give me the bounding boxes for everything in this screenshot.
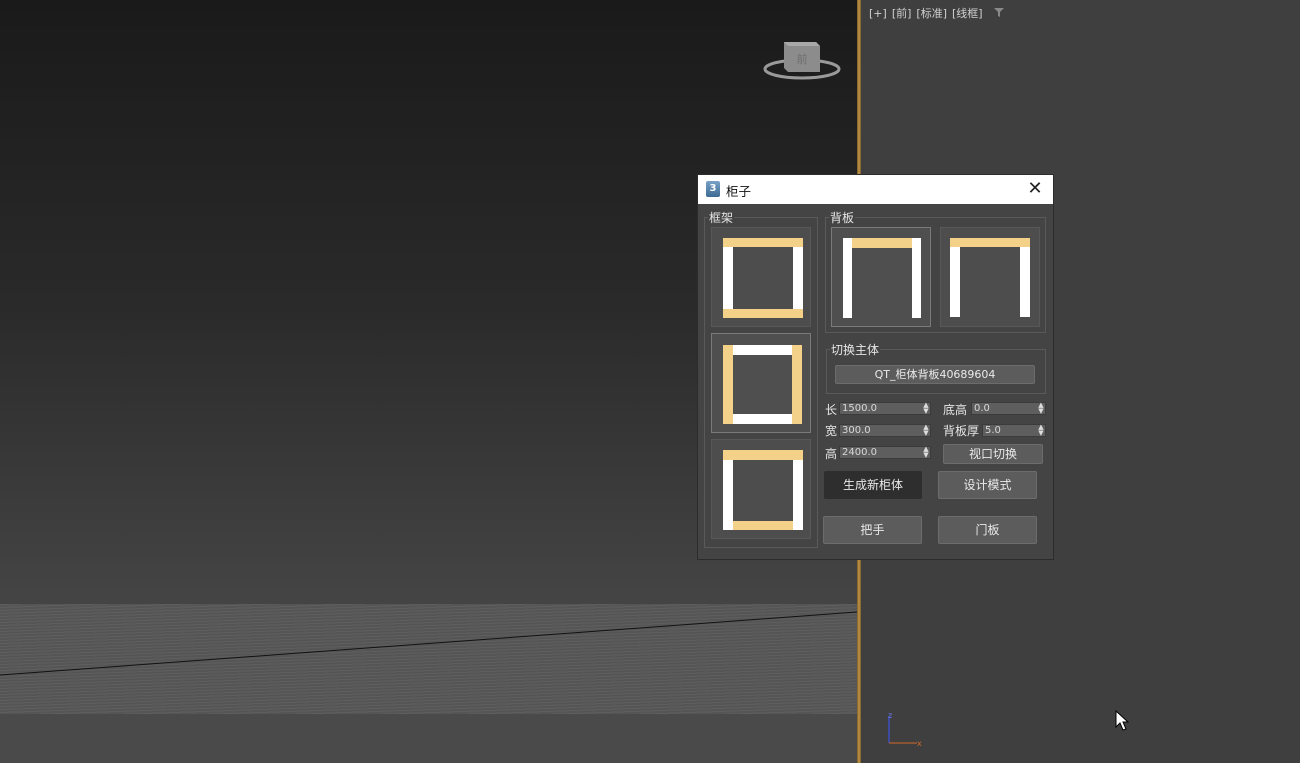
viewport-menu-view[interactable]: [前] — [892, 5, 912, 21]
viewport-label-bar: [+] [前] [标准] [线框] — [869, 5, 1004, 21]
spinner-arrows-icon[interactable]: ▲ ▼ — [1038, 424, 1044, 437]
back-thickness-spinner[interactable]: 5.0 ▲ ▼ — [982, 424, 1046, 437]
axis-x-label: x — [917, 739, 922, 748]
spinner-arrows-icon[interactable]: ▲ ▼ — [923, 446, 929, 459]
frame-option-mixed[interactable] — [711, 439, 811, 539]
width-spinner[interactable]: 300.0 ▲ ▼ — [839, 424, 931, 437]
grid-line — [0, 611, 857, 676]
axis-z-label: z — [888, 711, 892, 720]
ground-plane-lower — [0, 714, 857, 763]
length-spinner[interactable]: 1500.0 ▲ ▼ — [839, 402, 931, 415]
back-thickness-label: 背板厚 — [943, 424, 980, 438]
back-option-overlay[interactable] — [940, 227, 1040, 327]
dialog-title: 柜子 — [726, 184, 752, 199]
cabinet-dialog[interactable]: 3 柜子 ✕ 框架 背板 切换主体 QT_柜体背板40689604 长 1500… — [697, 174, 1054, 560]
app-icon: 3 — [706, 181, 720, 197]
funnel-icon[interactable] — [993, 7, 1004, 20]
switch-main-button[interactable]: QT_柜体背板40689604 — [835, 365, 1035, 384]
spinner-arrows-icon[interactable]: ▲ ▼ — [923, 402, 929, 415]
viewcube-face-label: 前 — [797, 52, 808, 66]
width-label: 宽 — [825, 424, 838, 438]
viewport-menu-display[interactable]: [线框] — [952, 5, 983, 21]
height-value: 2400.0 — [842, 447, 877, 458]
switch-main-group-label: 切换主体 — [830, 341, 881, 358]
spinner-arrows-icon[interactable]: ▲ ▼ — [1038, 402, 1044, 415]
length-value: 1500.0 — [842, 403, 877, 414]
view-switch-button[interactable]: 视口切换 — [943, 444, 1043, 464]
frame-option-sides[interactable] — [711, 333, 811, 433]
base-height-spinner[interactable]: 0.0 ▲ ▼ — [971, 402, 1046, 415]
axis-tripod-icon: z x — [885, 710, 925, 754]
back-option-inset[interactable] — [831, 227, 931, 327]
spinner-arrows-icon[interactable]: ▲ ▼ — [923, 424, 929, 437]
handle-button[interactable]: 把手 — [823, 516, 922, 544]
design-mode-button[interactable]: 设计模式 — [938, 471, 1037, 499]
width-value: 300.0 — [842, 425, 871, 436]
length-label: 长 — [825, 403, 838, 417]
back-panel-group-label: 背板 — [829, 209, 856, 226]
dialog-titlebar[interactable]: 3 柜子 ✕ — [698, 175, 1053, 204]
frame-option-top-bottom[interactable] — [711, 227, 811, 327]
viewcube-icon[interactable]: 前 — [762, 36, 842, 82]
close-icon[interactable]: ✕ — [1024, 178, 1046, 200]
base-height-label: 底高 — [943, 403, 968, 417]
back-thickness-value: 5.0 — [985, 425, 1001, 436]
door-panel-button[interactable]: 门板 — [938, 516, 1037, 544]
viewport-menu-shading[interactable]: [标准] — [916, 5, 947, 21]
base-height-value: 0.0 — [974, 403, 990, 414]
viewport-menu-plus[interactable]: [+] — [869, 7, 887, 20]
height-label: 高 — [825, 447, 838, 461]
new-cabinet-button[interactable]: 生成新柜体 — [824, 471, 922, 499]
frame-group-label: 框架 — [708, 209, 735, 226]
height-spinner[interactable]: 2400.0 ▲ ▼ — [839, 446, 931, 459]
mouse-cursor-icon — [1115, 709, 1130, 736]
